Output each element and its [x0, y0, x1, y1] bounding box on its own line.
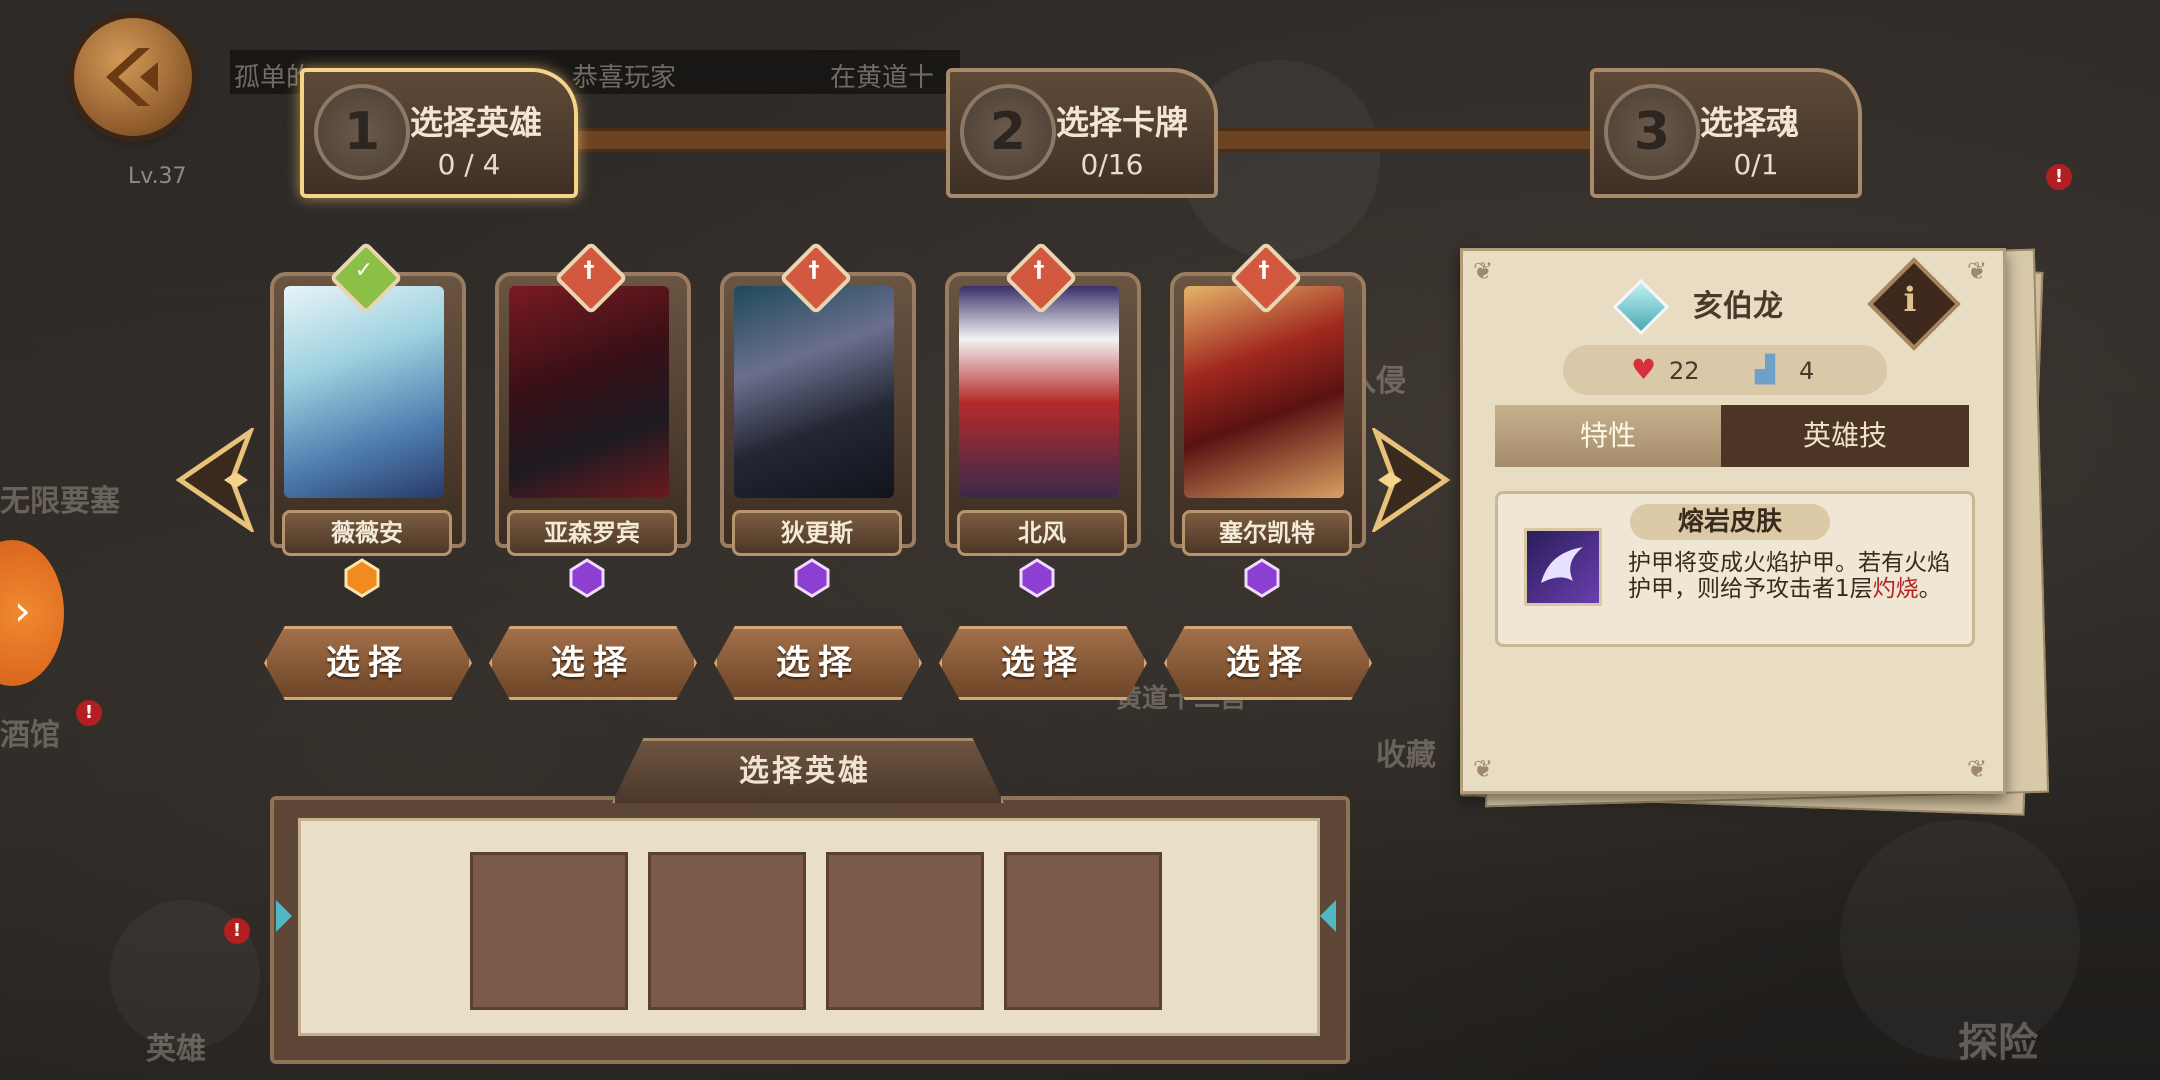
hero-portrait	[509, 286, 669, 498]
trait-description: 护甲将变成火焰护甲。若有火焰护甲，则给予攻击者1层灼烧。	[1628, 550, 1968, 602]
step-connector	[560, 128, 980, 152]
hero-name: 北风	[957, 510, 1127, 556]
corner-ornament-icon: ❦	[1967, 755, 1988, 783]
chevron-right-icon: ›	[14, 586, 31, 635]
hero-detail-panel: ❦ ❦ ❦ ❦ 亥伯龙 i ♥ 22 ▟ 4 特性 英雄技 熔岩皮肤 护甲将变成…	[1460, 248, 2006, 794]
trait-desc-keyword[interactable]: 灼烧	[1873, 576, 1919, 602]
step-select-cards[interactable]: 2 选择卡牌 0/16	[946, 68, 1218, 198]
bg-label-explore: 探险	[1958, 1020, 2038, 1066]
ticker-text-right: 在黄道十	[830, 63, 935, 93]
hero-slot-3[interactable]	[826, 852, 984, 1010]
back-arrow-icon	[106, 48, 158, 106]
selection-title: 选择英雄	[739, 754, 871, 789]
step-title: 选择英雄	[410, 103, 542, 142]
heart-icon: ♥	[1631, 353, 1657, 386]
step-title: 选择卡牌	[1056, 103, 1188, 142]
hero-detail-name: 亥伯龙	[1693, 289, 1783, 324]
tab-trait[interactable]: 特性	[1495, 405, 1721, 467]
hero-class-icon	[1612, 278, 1670, 336]
hero-name: 狄更斯	[732, 510, 902, 556]
bg-label-infinite-fortress: 无限要塞	[0, 484, 120, 519]
shield-icon: ✓	[354, 258, 374, 283]
next-arrow-icon[interactable]	[1370, 428, 1454, 532]
sword-icon: †	[1258, 258, 1270, 283]
boot-icon: ▟	[1755, 355, 1775, 385]
lava-skin-icon	[1524, 528, 1602, 606]
triangle-left-icon	[276, 900, 292, 932]
hero-portrait	[959, 286, 1119, 498]
stat-bar	[1563, 345, 1887, 395]
bg-label-tavern: 酒馆	[0, 718, 60, 753]
step-select-hero[interactable]: 1 选择英雄 0 / 4	[300, 68, 578, 198]
hero-speed: 4	[1799, 357, 1815, 385]
selected-heroes-area	[298, 818, 1320, 1036]
sword-icon: †	[808, 258, 820, 283]
bg-label-collect: 收藏	[1376, 738, 1436, 773]
hero-portrait	[1184, 286, 1344, 498]
hero-slot-4[interactable]	[1004, 852, 1162, 1010]
hero-name: 塞尔凯特	[1182, 510, 1352, 556]
sword-icon: †	[583, 258, 595, 283]
hero-portrait	[284, 286, 444, 498]
triangle-right-icon	[1320, 900, 1336, 932]
hero-slot-1[interactable]	[470, 852, 628, 1010]
purple-gem-icon	[569, 558, 605, 598]
select-hero-button[interactable]: 选择	[1164, 626, 1372, 700]
corner-ornament-icon: ❦	[1967, 257, 1988, 285]
bg-label-hero: 英雄	[146, 1032, 206, 1067]
info-icon: i	[1903, 280, 1917, 320]
notification-dot: !	[76, 700, 102, 726]
corner-ornament-icon: ❦	[1473, 257, 1494, 285]
player-level: Lv.37	[128, 164, 187, 189]
tab-hero-skill[interactable]: 英雄技	[1721, 405, 1969, 467]
notification-dot: !	[2046, 164, 2072, 190]
corner-ornament-icon: ❦	[1473, 755, 1494, 783]
hero-portrait	[734, 286, 894, 498]
purple-gem-icon	[1019, 558, 1055, 598]
purple-gem-icon	[1244, 558, 1280, 598]
ticker-text-mid: 恭喜玩家	[572, 63, 677, 93]
step-count: 0/1	[1733, 148, 1779, 181]
select-hero-button[interactable]: 选择	[264, 626, 472, 700]
hero-name: 亚森罗宾	[507, 510, 677, 556]
trait-card: 熔岩皮肤 护甲将变成火焰护甲。若有火焰护甲，则给予攻击者1层灼烧。	[1495, 491, 1975, 647]
step-connector	[1210, 128, 1610, 152]
select-hero-button[interactable]: 选择	[939, 626, 1147, 700]
hero-name: 薇薇安	[282, 510, 452, 556]
sword-icon: †	[1033, 258, 1045, 283]
hero-slot-2[interactable]	[648, 852, 806, 1010]
select-hero-button[interactable]: 选择	[714, 626, 922, 700]
hero-hp: 22	[1669, 357, 1700, 385]
purple-gem-icon	[794, 558, 830, 598]
back-button[interactable]	[74, 18, 192, 136]
trait-name: 熔岩皮肤	[1677, 507, 1782, 537]
trait-desc-end: 。	[1918, 576, 1942, 602]
orange-gem-icon	[344, 558, 380, 598]
step-count: 0 / 4	[437, 148, 501, 181]
step-select-soul[interactable]: 3 选择魂 0/1	[1590, 68, 1862, 198]
notification-dot: !	[224, 918, 250, 944]
prev-arrow-icon[interactable]	[172, 428, 256, 532]
step-count: 0/16	[1080, 148, 1144, 181]
select-hero-button[interactable]: 选择	[489, 626, 697, 700]
step-title: 选择魂	[1700, 103, 1799, 142]
